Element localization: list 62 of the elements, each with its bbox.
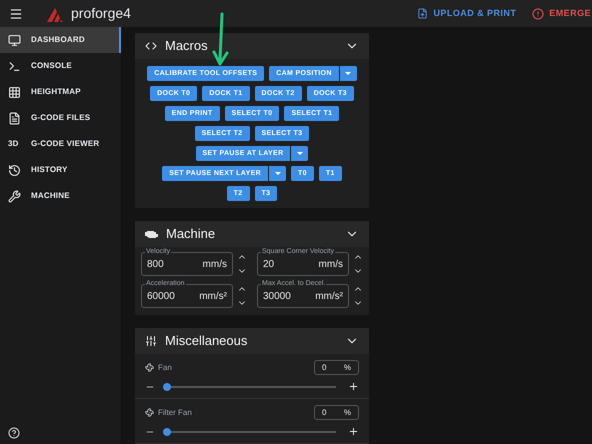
monitor-icon (8, 34, 21, 46)
grid-icon (8, 86, 21, 98)
sidebar-label: DASHBOARD (31, 34, 85, 46)
sidebar-item[interactable]: HISTORY (0, 157, 121, 183)
sidebar-item[interactable]: 3D G-CODE VIEWER (0, 131, 121, 157)
sidebar-item[interactable]: CONSOLE (0, 53, 121, 79)
percent-field[interactable]: 0 % (314, 405, 359, 420)
percent-field[interactable]: 0 % (314, 360, 359, 375)
field-value: 30000 (263, 290, 291, 304)
unit-label: % (344, 362, 351, 374)
fan-icon (145, 363, 154, 372)
card-title: Macros (165, 37, 208, 56)
sidebar-label: HEIGHTMAP (31, 86, 81, 98)
unit-label: % (344, 406, 351, 418)
sidebar-label: G-CODE FILES (31, 112, 90, 124)
code-icon (145, 40, 157, 52)
field-value: 800 (147, 258, 164, 272)
field-value: 0 (322, 362, 326, 374)
fan-label: Filter Fan (158, 406, 192, 418)
plus-icon[interactable] (348, 381, 359, 392)
plus-icon[interactable] (348, 426, 359, 437)
unit-label: mm/s (202, 258, 227, 272)
sidebar-item[interactable]: DASHBOARD (0, 27, 121, 53)
dropdown-button[interactable] (291, 146, 308, 161)
dropdown-button[interactable] (269, 166, 286, 181)
menu-icon[interactable] (9, 6, 23, 20)
caret-icon (274, 172, 281, 175)
app-title: proforge4 (71, 4, 131, 23)
sidebar-label: G-CODE VIEWER (31, 138, 100, 150)
sidebar-icon-text: 3D (8, 138, 20, 150)
slider-thumb[interactable] (163, 382, 171, 390)
fan-label: Fan (158, 362, 172, 374)
field-value: 60000 (147, 290, 175, 304)
file-upload-icon (417, 8, 428, 19)
upload-print-button[interactable]: UPLOAD & PRINT (417, 6, 516, 20)
sliders-icon (145, 335, 157, 347)
sidebar-item[interactable]: MACHINE (0, 183, 121, 209)
sidebar-label: MACHINE (31, 190, 70, 202)
card-title: Machine (166, 225, 216, 244)
file-icon (8, 112, 21, 124)
sidebar-item[interactable]: HEIGHTMAP (0, 79, 121, 105)
sidebar-item[interactable]: G-CODE FILES (0, 105, 121, 131)
sidebar-label: HISTORY (31, 164, 68, 176)
caret-icon (296, 152, 303, 155)
history-icon (8, 164, 21, 176)
field-value: 0 (322, 406, 326, 418)
help-icon[interactable] (8, 427, 20, 439)
field-value: 20 (263, 258, 274, 272)
dropdown-button[interactable] (340, 66, 357, 81)
arrow-annotation-drawing (212, 12, 230, 68)
unit-label: mm/s (318, 258, 343, 272)
alert-icon (532, 8, 544, 20)
fan-icon (145, 408, 154, 417)
unit-label: mm/s² (315, 290, 343, 304)
terminal-icon (8, 60, 21, 72)
emergency-stop-button[interactable]: EMERGE (532, 6, 591, 20)
wrench-icon (8, 190, 21, 202)
caret-icon (345, 72, 352, 75)
unit-label: mm/s² (199, 290, 227, 304)
sidebar-label: CONSOLE (31, 60, 72, 72)
card-title: Miscellaneous (165, 332, 248, 350)
slider-thumb[interactable] (163, 428, 171, 436)
